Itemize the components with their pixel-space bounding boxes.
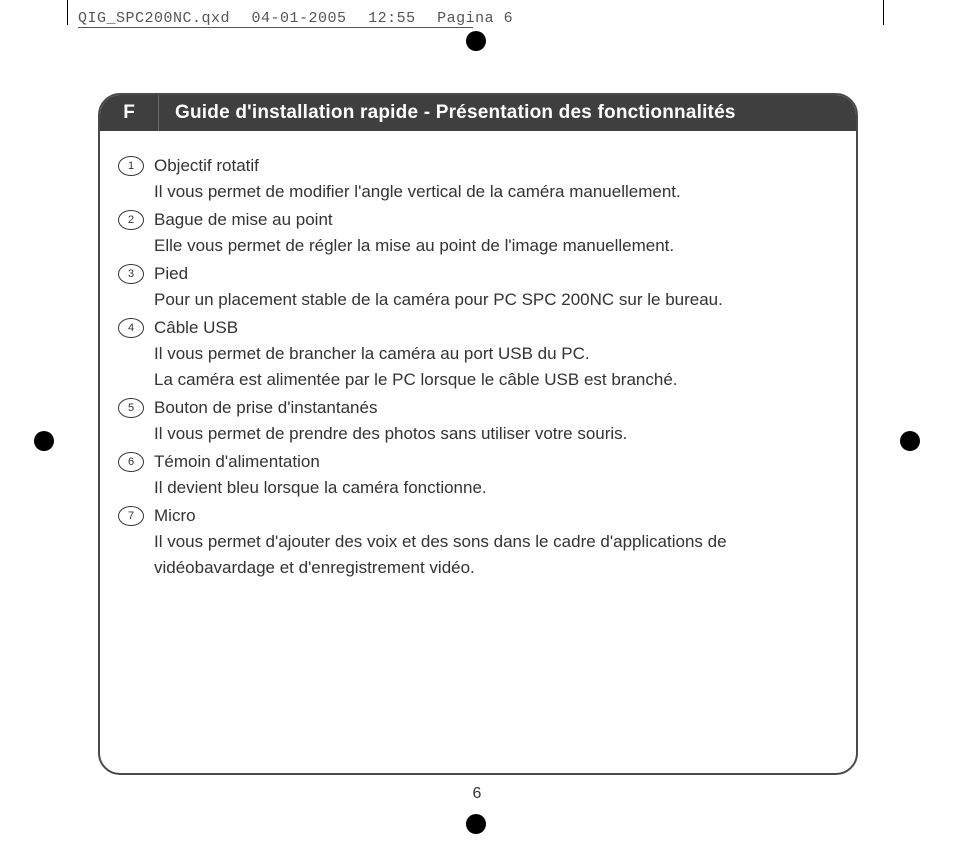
content-card: F Guide d'installation rapide - Présenta… xyxy=(98,93,858,775)
item-content: Micro Il vous permet d'ajouter des voix … xyxy=(154,503,828,581)
meta-time: 12:55 xyxy=(368,10,416,27)
item-content: Pied Pour un placement stable de la camé… xyxy=(154,261,828,313)
feature-item: 2 Bague de mise au point Elle vous perme… xyxy=(118,207,828,259)
registration-mark-icon xyxy=(460,25,492,62)
item-number-icon: 7 xyxy=(118,506,144,526)
page-number: 6 xyxy=(0,785,954,803)
crop-tick xyxy=(67,0,68,25)
item-number-icon: 6 xyxy=(118,452,144,472)
item-number-icon: 3 xyxy=(118,264,144,284)
meta-filename: QIG_SPC200NC.qxd xyxy=(78,10,230,27)
item-number-icon: 5 xyxy=(118,398,144,418)
feature-item: 7 Micro Il vous permet d'ajouter des voi… xyxy=(118,503,828,581)
item-number-icon: 4 xyxy=(118,318,144,338)
item-title: Pied xyxy=(154,261,828,287)
feature-item: 4 Câble USB Il vous permet de brancher l… xyxy=(118,315,828,393)
item-desc: Il vous permet de prendre des photos san… xyxy=(154,421,828,447)
card-body: 1 Objectif rotatif Il vous permet de mod… xyxy=(100,131,856,581)
registration-mark-icon xyxy=(28,425,60,462)
item-desc: Pour un placement stable de la caméra po… xyxy=(154,287,828,313)
item-title: Micro xyxy=(154,503,828,529)
item-title: Câble USB xyxy=(154,315,828,341)
language-badge: F xyxy=(100,95,159,131)
item-title: Témoin d'alimentation xyxy=(154,449,828,475)
registration-mark-icon xyxy=(894,425,926,462)
meta-underline xyxy=(78,27,473,28)
item-content: Objectif rotatif Il vous permet de modif… xyxy=(154,153,828,205)
feature-item: 1 Objectif rotatif Il vous permet de mod… xyxy=(118,153,828,205)
item-desc: Il vous permet de brancher la caméra au … xyxy=(154,341,828,393)
item-content: Bouton de prise d'instantanés Il vous pe… xyxy=(154,395,828,447)
item-content: Témoin d'alimentation Il devient bleu lo… xyxy=(154,449,828,501)
feature-item: 3 Pied Pour un placement stable de la ca… xyxy=(118,261,828,313)
item-title: Bouton de prise d'instantanés xyxy=(154,395,828,421)
item-content: Câble USB Il vous permet de brancher la … xyxy=(154,315,828,393)
item-desc: Il vous permet de modifier l'angle verti… xyxy=(154,179,828,205)
page-title: Guide d'installation rapide - Présentati… xyxy=(159,102,856,124)
item-content: Bague de mise au point Elle vous permet … xyxy=(154,207,828,259)
item-number-icon: 1 xyxy=(118,156,144,176)
item-title: Bague de mise au point xyxy=(154,207,828,233)
card-header: F Guide d'installation rapide - Présenta… xyxy=(100,95,856,131)
doc-meta: QIG_SPC200NC.qxd 04-01-2005 12:55 Pagina… xyxy=(78,10,525,27)
item-desc: Il vous permet d'ajouter des voix et des… xyxy=(154,529,828,581)
crop-tick xyxy=(883,0,884,25)
feature-item: 5 Bouton de prise d'instantanés Il vous … xyxy=(118,395,828,447)
item-desc: Il devient bleu lorsque la caméra foncti… xyxy=(154,475,828,501)
item-number-icon: 2 xyxy=(118,210,144,230)
feature-item: 6 Témoin d'alimentation Il devient bleu … xyxy=(118,449,828,501)
item-title: Objectif rotatif xyxy=(154,153,828,179)
item-desc: Elle vous permet de régler la mise au po… xyxy=(154,233,828,259)
meta-date: 04-01-2005 xyxy=(252,10,347,27)
registration-mark-icon xyxy=(460,808,492,845)
